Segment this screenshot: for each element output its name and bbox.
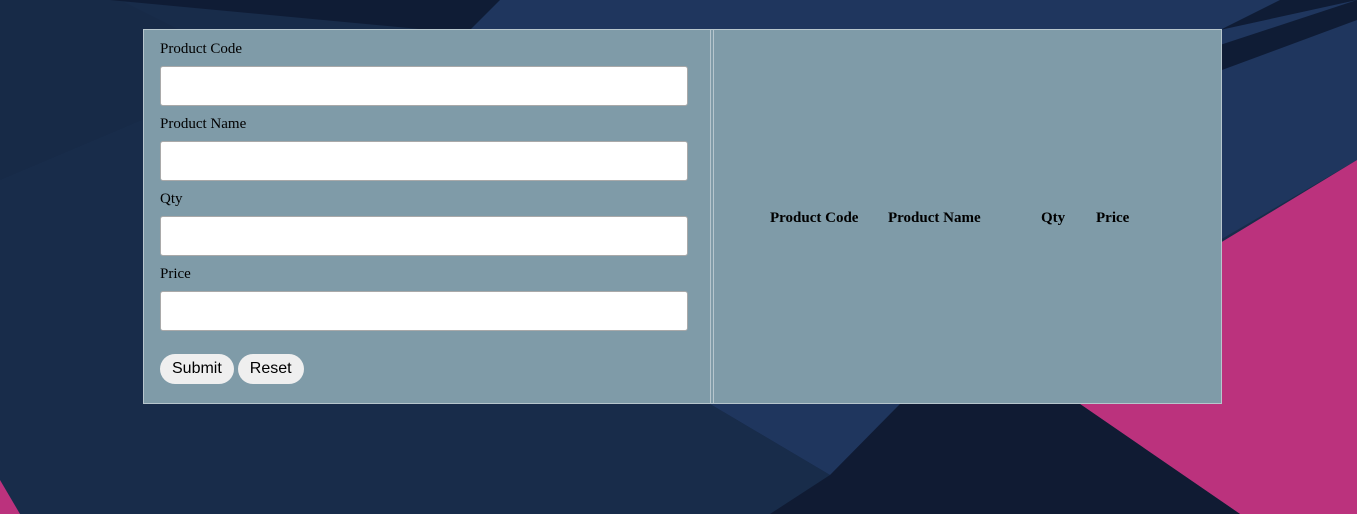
table-header-row: Product Code Product Name Qty Price bbox=[714, 206, 1221, 230]
products-table-container: Product Code Product Name Qty Price bbox=[713, 30, 1221, 403]
price-label: Price bbox=[160, 266, 191, 282]
qty-label: Qty bbox=[160, 191, 183, 207]
product-form: Product Code Product Name Qty Price Subm… bbox=[144, 30, 711, 403]
column-header-product-code: Product Code bbox=[770, 209, 859, 226]
submit-button[interactable]: Submit bbox=[160, 354, 234, 384]
product-name-input[interactable] bbox=[160, 141, 688, 181]
qty-input[interactable] bbox=[160, 216, 688, 256]
column-header-price: Price bbox=[1096, 209, 1130, 226]
column-header-qty: Qty bbox=[1041, 209, 1066, 226]
product-code-input[interactable] bbox=[160, 66, 688, 106]
products-table: Product Code Product Name Qty Price bbox=[714, 206, 1221, 230]
product-panel: Product Code Product Name Qty Price Subm… bbox=[143, 29, 1222, 404]
reset-button[interactable]: Reset bbox=[237, 354, 304, 384]
product-name-label: Product Name bbox=[160, 116, 247, 132]
product-code-label: Product Code bbox=[160, 41, 243, 57]
price-input[interactable] bbox=[160, 291, 688, 331]
form-buttons: Submit Reset bbox=[160, 354, 304, 384]
column-header-product-name: Product Name bbox=[888, 209, 981, 226]
